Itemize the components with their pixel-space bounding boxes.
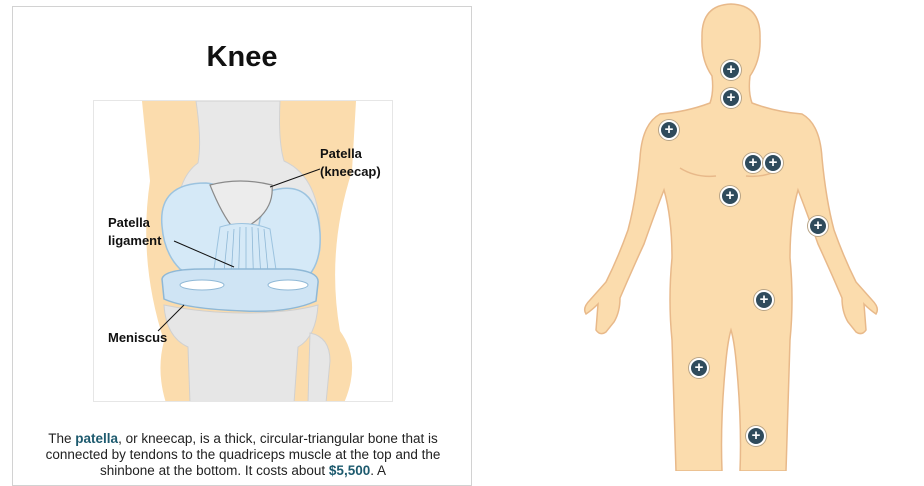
hotspot-abdomen-plus-icon[interactable]: +	[720, 186, 740, 206]
hotspot-knee-plus-icon[interactable]: +	[746, 426, 766, 446]
meniscus-hole-left	[179, 279, 225, 291]
hotspot-chest-left-plus-icon[interactable]: +	[743, 153, 763, 173]
hotspot-neck-plus-icon[interactable]: +	[721, 88, 741, 108]
hotspot-thigh-plus-icon[interactable]: +	[689, 358, 709, 378]
hotspot-head-plus-icon[interactable]: +	[721, 60, 741, 80]
hotspot-hip-plus-icon[interactable]: +	[754, 290, 774, 310]
patella-link[interactable]: patella	[75, 431, 118, 446]
description-text: The patella, or kneecap, is a thick, cir…	[37, 431, 449, 479]
label-meniscus: Meniscus	[108, 330, 167, 345]
meniscus-hole-right	[267, 279, 309, 291]
knee-diagram: Patella (kneecap) Patella ligament Menis…	[108, 101, 381, 401]
label-patella: Patella	[320, 146, 363, 161]
hotspot-shoulder-plus-icon[interactable]: +	[659, 120, 679, 140]
hotspot-elbow-plus-icon[interactable]: +	[808, 216, 828, 236]
card-title: Knee	[206, 41, 278, 73]
hotspot-chest-right-plus-icon[interactable]: +	[763, 153, 783, 173]
label-ligament: ligament	[108, 233, 162, 248]
knee-illustration: Patella (kneecap) Patella ligament Menis…	[93, 100, 393, 402]
label-patella-2: Patella	[108, 215, 151, 230]
label-kneecap: (kneecap)	[320, 164, 381, 179]
info-card: Knee Patella (kneecap) Patella ligament …	[12, 6, 472, 486]
desc-part: The	[48, 431, 76, 446]
